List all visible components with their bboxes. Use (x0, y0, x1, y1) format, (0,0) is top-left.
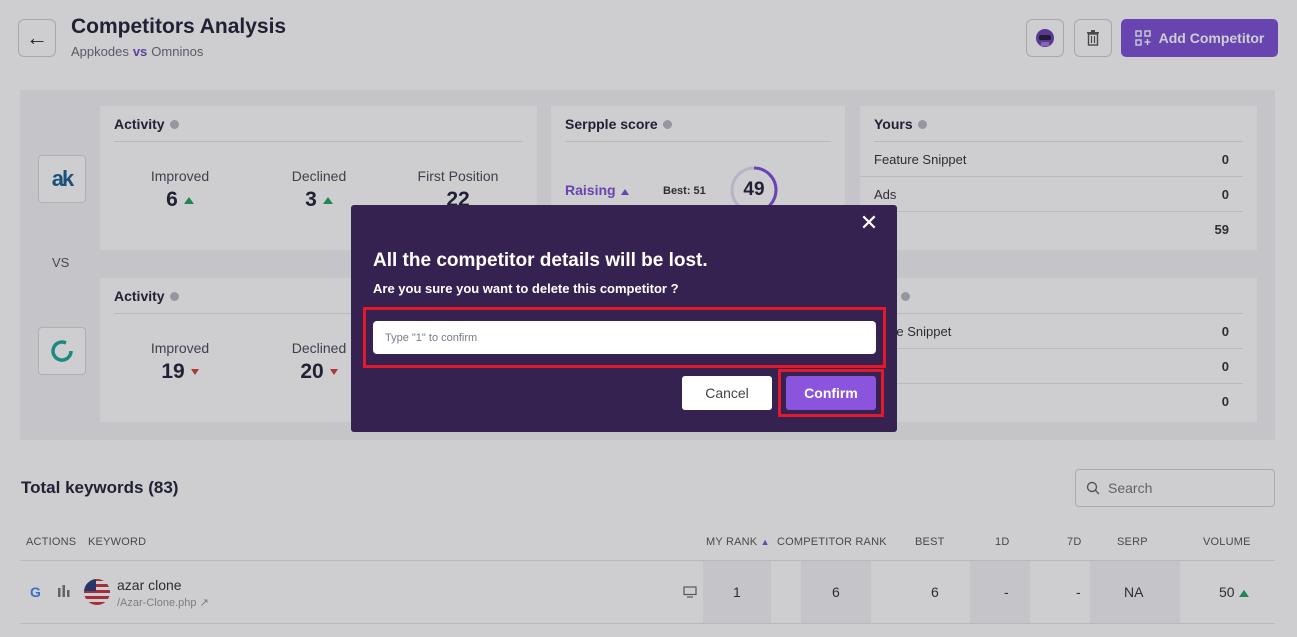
delete-confirm-modal: ✕ All the competitor details will be los… (351, 205, 897, 432)
close-icon[interactable]: ✕ (859, 212, 879, 234)
modal-subheading: Are you sure you want to delete this com… (373, 281, 679, 296)
confirm-button[interactable]: Confirm (786, 376, 876, 410)
modal-heading: All the competitor details will be lost. (373, 250, 708, 271)
confirm-input[interactable] (373, 321, 876, 354)
cancel-button[interactable]: Cancel (682, 376, 772, 410)
